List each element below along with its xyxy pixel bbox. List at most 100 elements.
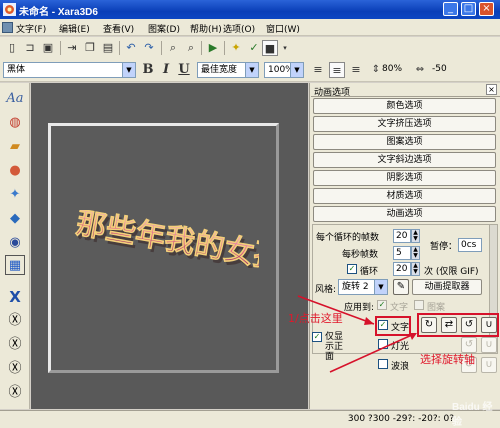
light-icon[interactable]: ✦ bbox=[5, 185, 25, 205]
menu-help[interactable]: 帮助(H) bbox=[190, 22, 222, 35]
shadow-icon[interactable]: ◆ bbox=[5, 209, 25, 229]
texture-options-button[interactable]: 材质选项 bbox=[313, 188, 496, 204]
fps-input[interactable]: 5 bbox=[393, 246, 411, 260]
window-title: 未命名 - Xara3D6 bbox=[19, 7, 98, 18]
design-canvas[interactable]: 那些年我的女孩 那些年我的女孩 bbox=[48, 123, 279, 373]
menu-edit[interactable]: 编辑(E) bbox=[59, 22, 90, 35]
rotate-icon-4[interactable]: Ⓧ bbox=[5, 383, 25, 403]
redo-icon[interactable]: ↷ bbox=[141, 40, 157, 56]
underline-button[interactable]: U bbox=[176, 62, 192, 78]
front-only-label: 仅显示正面 bbox=[325, 332, 344, 362]
x-rotate-icon[interactable]: X bbox=[5, 287, 25, 307]
style-label: 风格: bbox=[315, 285, 337, 295]
export-icon[interactable]: ⇥ bbox=[64, 40, 80, 56]
status-bar: 300 ?300 -29?: -20?: 0? bbox=[0, 410, 500, 428]
save-icon[interactable]: ▣ bbox=[40, 40, 56, 56]
apply-text-checkbox: ✓ bbox=[377, 300, 387, 310]
rotate-icon-1[interactable]: Ⓧ bbox=[5, 311, 25, 331]
light-bulb-icon[interactable]: ✦ bbox=[228, 40, 244, 56]
menu-view[interactable]: 查看(V) bbox=[103, 22, 134, 35]
color-options-button[interactable]: 颜色选项 bbox=[313, 98, 496, 114]
menu-design[interactable]: 图案(D) bbox=[148, 22, 180, 35]
status-text: 300 ?300 -29?: -20?: 0? bbox=[347, 414, 454, 424]
loop-count-input[interactable]: 20 bbox=[393, 262, 411, 276]
new-file-icon[interactable]: ▯ bbox=[4, 40, 20, 56]
separator bbox=[119, 41, 120, 55]
text-style-icon[interactable]: Aa bbox=[5, 89, 25, 109]
menu-text[interactable]: 文字(F) bbox=[16, 22, 46, 35]
frames-per-loop-input[interactable]: 20 bbox=[393, 229, 411, 243]
animation-options-button[interactable]: 动画选项 bbox=[313, 206, 496, 222]
style-select[interactable]: 旋转 2 ▼ bbox=[338, 279, 388, 295]
highlight-text-checkbox bbox=[375, 316, 411, 336]
animation-icon[interactable]: ▶ bbox=[205, 40, 221, 56]
title-bar: 未命名 - Xara3D6 _ □ × bbox=[0, 0, 500, 19]
wave-flip-icon: ∪ bbox=[481, 357, 497, 373]
display-mode-icon[interactable]: ■ bbox=[262, 40, 278, 56]
frames-spinner[interactable]: ▲ ▼ bbox=[411, 229, 420, 243]
align-right-icon[interactable]: ≡ bbox=[348, 62, 364, 78]
rotate-icon-3[interactable]: Ⓧ bbox=[5, 359, 25, 379]
minimize-button[interactable]: _ bbox=[443, 2, 458, 16]
wave-checkbox[interactable] bbox=[378, 359, 388, 369]
loop-checkbox[interactable]: ✓ bbox=[347, 264, 357, 274]
bevel-options-button[interactable]: 文字斜边选项 bbox=[313, 152, 496, 168]
pause-label: 暂停： bbox=[430, 242, 458, 252]
app-icon bbox=[3, 3, 16, 16]
apply-text-label: 文字 bbox=[390, 303, 409, 313]
shadow-options-button[interactable]: 阴影选项 bbox=[313, 170, 496, 186]
light-checkbox[interactable] bbox=[378, 339, 388, 349]
separator bbox=[201, 41, 202, 55]
bevel-icon[interactable]: ● bbox=[5, 161, 25, 181]
open-file-icon[interactable]: ⊐ bbox=[22, 40, 38, 56]
separator bbox=[60, 41, 61, 55]
align-center-icon[interactable]: ≡ bbox=[329, 62, 345, 78]
width-mode-value: 最佳宽度 bbox=[201, 65, 238, 75]
undo-icon[interactable]: ↶ bbox=[123, 40, 139, 56]
chevron-down-icon: ▼ bbox=[374, 280, 387, 294]
checkmark-icon[interactable]: ✓ bbox=[246, 40, 262, 56]
close-button[interactable]: × bbox=[479, 2, 494, 16]
format-toolbar: 黑体 ▼ B I U 最佳宽度 ▼ 100% ▼ ≡ ≡ ≡ ⇕ 80% ⇔ -… bbox=[0, 59, 500, 82]
rotate-icon-2[interactable]: Ⓧ bbox=[5, 335, 25, 355]
color-palette-icon[interactable]: ◍ bbox=[5, 113, 25, 133]
separator bbox=[224, 41, 225, 55]
italic-button[interactable]: I bbox=[158, 62, 174, 78]
bold-button[interactable]: B bbox=[140, 62, 156, 78]
light-flip-icon: ∪ bbox=[481, 337, 497, 353]
offset-field[interactable]: -50 bbox=[430, 63, 458, 77]
font-select-value: 黑体 bbox=[7, 65, 26, 75]
zoom-in-icon[interactable]: ⌕ bbox=[165, 40, 181, 56]
animation-tool-icon[interactable]: ▦ bbox=[5, 255, 25, 275]
spacing-field[interactable]: 80% bbox=[380, 63, 410, 77]
extrude-options-button[interactable]: 文字挤压选项 bbox=[313, 116, 496, 132]
font-select[interactable]: 黑体 ▼ bbox=[3, 62, 136, 78]
system-menu-icon[interactable] bbox=[2, 22, 13, 33]
frames-per-loop-label: 每个循环的帧数 bbox=[316, 233, 380, 243]
copy-icon[interactable]: ❐ bbox=[82, 40, 98, 56]
zoom-select[interactable]: 100% ▼ bbox=[264, 62, 304, 78]
canvas-area: 那些年我的女孩 那些年我的女孩 bbox=[31, 83, 308, 409]
loop-label: 循环 bbox=[360, 267, 379, 277]
fps-spinner[interactable]: ▲ ▼ bbox=[411, 246, 420, 260]
apply-pattern-label: 图案 bbox=[427, 303, 446, 313]
animation-extractor-button[interactable]: 动画提取器 bbox=[412, 279, 482, 295]
align-left-icon[interactable]: ≡ bbox=[310, 62, 326, 78]
texture-icon[interactable]: ◉ bbox=[5, 233, 25, 253]
pause-input[interactable]: 0cs bbox=[458, 238, 482, 252]
width-mode-select[interactable]: 最佳宽度 ▼ bbox=[197, 62, 259, 78]
style-select-value: 旋转 2 bbox=[342, 282, 369, 292]
menu-options[interactable]: 选项(O) bbox=[223, 22, 255, 35]
chevron-down-icon: ▼ bbox=[290, 63, 303, 77]
zoom-out-icon[interactable]: ⌕ bbox=[183, 40, 199, 56]
pattern-options-button[interactable]: 图案选项 bbox=[313, 134, 496, 150]
menu-window[interactable]: 窗口(W) bbox=[266, 22, 300, 35]
extrude-icon[interactable]: ▰ bbox=[5, 137, 25, 157]
panel-close-icon[interactable]: × bbox=[486, 84, 497, 95]
front-only-checkbox[interactable]: ✓ bbox=[312, 332, 322, 342]
dropdown-arrow-icon[interactable]: ▾ bbox=[277, 40, 293, 56]
loop-spinner[interactable]: ▲ ▼ bbox=[411, 262, 420, 276]
maximize-button[interactable]: □ bbox=[461, 2, 476, 16]
animation-properties-icon[interactable]: ✎ bbox=[393, 279, 409, 295]
paste-icon[interactable]: ▤ bbox=[100, 40, 116, 56]
